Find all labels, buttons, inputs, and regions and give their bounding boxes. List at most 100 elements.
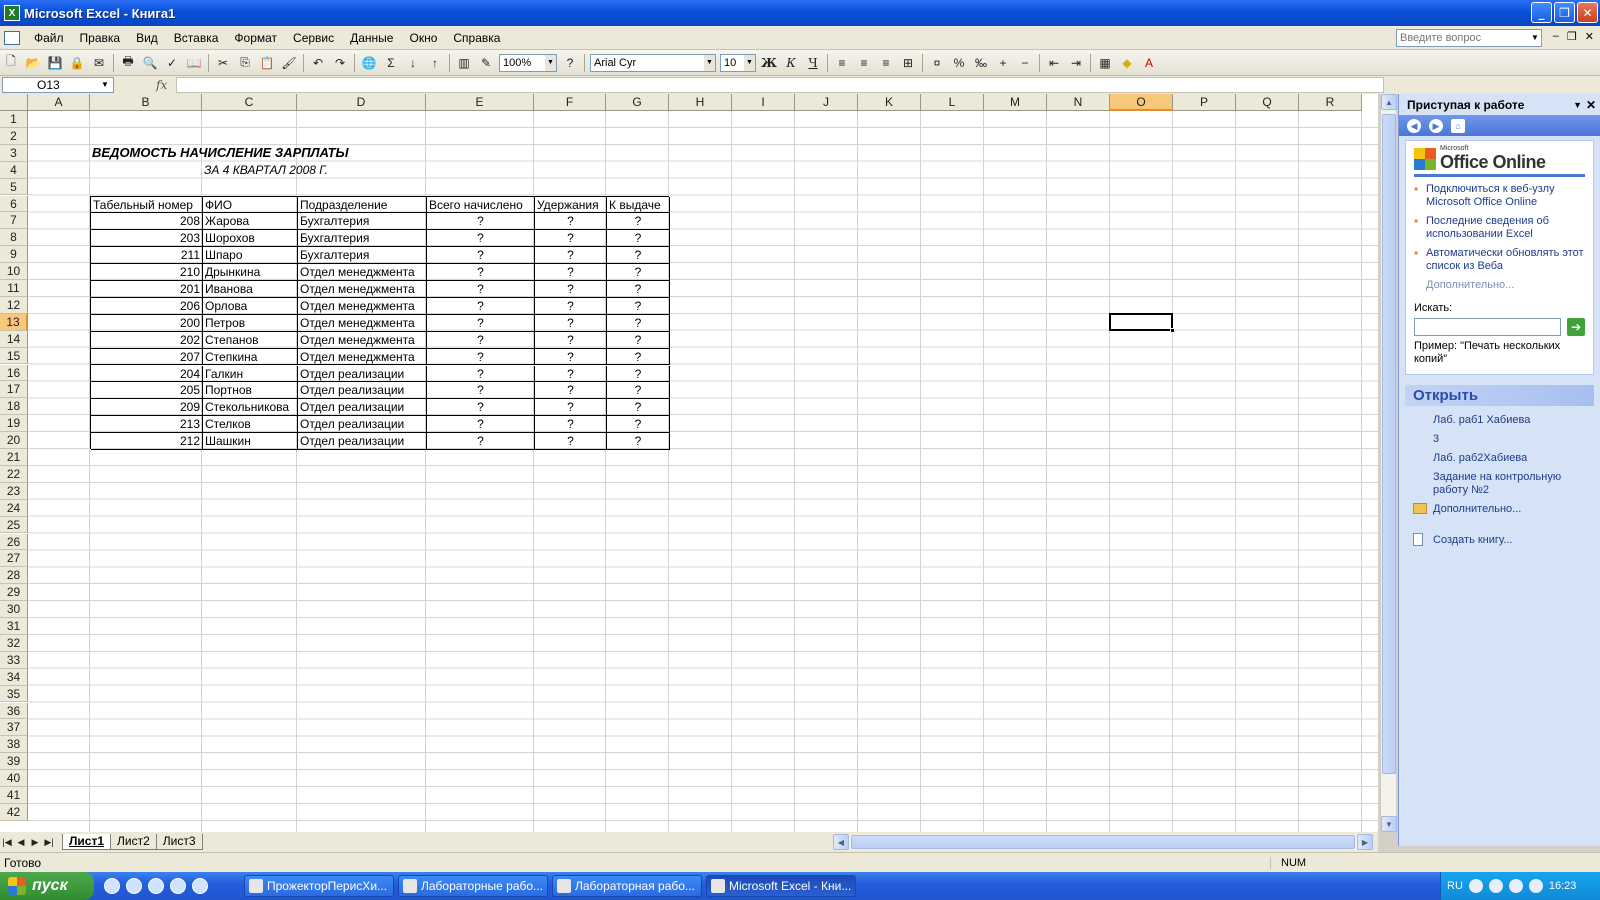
close-button[interactable]: ✕ bbox=[1577, 2, 1598, 23]
horizontal-scrollbar[interactable]: ◀ ▶ bbox=[833, 834, 1373, 850]
table-cell[interactable]: ? bbox=[607, 297, 670, 315]
table-cell[interactable]: ? bbox=[427, 314, 535, 332]
row-header[interactable]: 33 bbox=[0, 651, 28, 669]
cell-area[interactable]: ВЕДОМОСТЬ НАЧИСЛЕНИЕ ЗАРПЛАТЫ ЗА 4 КВАРТА… bbox=[28, 111, 1378, 832]
chevron-down-icon[interactable]: ▼ bbox=[1529, 30, 1541, 46]
table-cell[interactable]: 205 bbox=[91, 382, 203, 400]
email-icon[interactable]: ✉ bbox=[88, 52, 110, 74]
scroll-down-button[interactable]: ▼ bbox=[1381, 816, 1397, 832]
row-header[interactable]: 29 bbox=[0, 584, 28, 602]
row-header[interactable]: 23 bbox=[0, 482, 28, 500]
taskbar-task[interactable]: ПрожекторПерисХи... bbox=[244, 875, 394, 897]
column-header[interactable]: D bbox=[297, 94, 426, 111]
percent-icon[interactable]: % bbox=[948, 52, 970, 74]
spelling-icon[interactable]: ✓ bbox=[161, 52, 183, 74]
align-right-icon[interactable]: ≡ bbox=[875, 52, 897, 74]
autosum-icon[interactable]: Σ bbox=[380, 52, 402, 74]
restore-button[interactable]: ❐ bbox=[1554, 2, 1575, 23]
table-cell[interactable]: 213 bbox=[91, 416, 203, 434]
next-sheet-icon[interactable]: ▶ bbox=[28, 837, 42, 848]
align-center-icon[interactable]: ≡ bbox=[853, 52, 875, 74]
name-box[interactable]: O13 ▼ bbox=[2, 77, 114, 93]
table-cell[interactable]: ? bbox=[607, 281, 670, 298]
last-sheet-icon[interactable]: ▶| bbox=[42, 837, 56, 848]
table-cell[interactable]: ? bbox=[427, 433, 535, 450]
workbook-restore-button[interactable]: ❐ bbox=[1567, 30, 1577, 43]
column-header[interactable]: R bbox=[1299, 94, 1362, 111]
formula-input[interactable] bbox=[176, 77, 1384, 93]
table-cell[interactable]: 204 bbox=[91, 365, 203, 383]
menu-item[interactable]: Вставка bbox=[166, 27, 227, 49]
row-header[interactable]: 32 bbox=[0, 634, 28, 652]
table-cell[interactable]: ? bbox=[607, 314, 670, 332]
task-pane-link[interactable]: Последние сведения об использовании Exce… bbox=[1414, 215, 1585, 241]
column-header[interactable]: K bbox=[858, 94, 921, 111]
row-header[interactable]: 3 bbox=[0, 144, 28, 162]
table-cell[interactable]: Отдел менеджмента bbox=[298, 264, 427, 281]
chevron-down-icon[interactable]: ▼ bbox=[99, 78, 111, 92]
table-cell[interactable]: ? bbox=[535, 348, 607, 366]
table-cell[interactable]: 210 bbox=[91, 264, 203, 281]
row-header[interactable]: 12 bbox=[0, 296, 28, 314]
table-cell[interactable]: ? bbox=[535, 230, 607, 248]
borders-icon[interactable]: ▦ bbox=[1094, 52, 1116, 74]
table-cell[interactable]: ? bbox=[535, 365, 607, 383]
table-cell[interactable]: Отдел реализации bbox=[298, 399, 427, 417]
active-cell[interactable] bbox=[1109, 312, 1175, 333]
row-header[interactable]: 4 bbox=[0, 161, 28, 179]
antivirus-icon[interactable] bbox=[1528, 879, 1543, 893]
workbook-close-button[interactable]: ✕ bbox=[1585, 30, 1594, 43]
task-pane-link[interactable]: Подключиться к веб-узлу Microsoft Office… bbox=[1414, 183, 1585, 209]
start-button[interactable]: пуск bbox=[0, 872, 94, 900]
table-cell[interactable]: 202 bbox=[91, 331, 203, 349]
row-header[interactable]: 15 bbox=[0, 347, 28, 365]
column-header[interactable]: P bbox=[1173, 94, 1236, 111]
table-cell[interactable]: ? bbox=[427, 365, 535, 383]
table-cell[interactable]: Степкина bbox=[203, 348, 298, 366]
table-header-cell[interactable]: ФИО bbox=[203, 196, 298, 214]
table-header-cell[interactable]: Всего начислено bbox=[427, 196, 535, 214]
table-cell[interactable]: Орлова bbox=[203, 297, 298, 315]
back-icon[interactable]: ◀ bbox=[1407, 119, 1421, 133]
menu-item[interactable]: Файл bbox=[26, 27, 72, 49]
table-cell[interactable]: Дрынкина bbox=[203, 264, 298, 281]
search-go-icon[interactable]: ➔ bbox=[1567, 318, 1585, 336]
table-cell[interactable]: Отдел реализации bbox=[298, 433, 427, 450]
row-header[interactable]: 18 bbox=[0, 398, 28, 416]
table-cell[interactable]: ? bbox=[427, 264, 535, 281]
table-cell[interactable]: ? bbox=[607, 399, 670, 417]
firefox-icon[interactable] bbox=[148, 878, 164, 894]
table-cell[interactable]: ? bbox=[427, 230, 535, 248]
font-color-icon[interactable]: A bbox=[1138, 52, 1160, 74]
fx-icon[interactable]: fx bbox=[156, 78, 176, 92]
help-icon[interactable]: ? bbox=[559, 52, 581, 74]
row-header[interactable]: 10 bbox=[0, 263, 28, 280]
bold-button[interactable]: Ж bbox=[758, 52, 780, 74]
table-cell[interactable]: Бухгалтерия bbox=[298, 213, 427, 231]
sheet-title[interactable]: ВЕДОМОСТЬ НАЧИСЛЕНИЕ ЗАРПЛАТЫ bbox=[90, 145, 351, 161]
row-header[interactable]: 6 bbox=[0, 195, 28, 213]
tray-arrow-icon[interactable] bbox=[1468, 879, 1483, 893]
column-header[interactable]: B bbox=[90, 94, 202, 111]
table-cell[interactable]: Шорохов bbox=[203, 230, 298, 248]
task-pane-link[interactable]: Автоматически обновлять этот список из В… bbox=[1414, 247, 1585, 273]
column-header[interactable]: M bbox=[984, 94, 1047, 111]
table-cell[interactable]: 200 bbox=[91, 314, 203, 332]
close-icon[interactable]: ✕ bbox=[1586, 98, 1596, 112]
forward-icon[interactable]: ▶ bbox=[1429, 119, 1443, 133]
row-header[interactable]: 17 bbox=[0, 381, 28, 399]
table-cell[interactable]: Отдел реализации bbox=[298, 365, 427, 383]
chevron-down-icon[interactable]: ▼ bbox=[545, 54, 556, 71]
sort-descending-icon[interactable]: ↑ bbox=[424, 52, 446, 74]
select-all-corner[interactable] bbox=[0, 94, 28, 111]
sheet-tab[interactable]: Лист1 bbox=[62, 834, 112, 850]
desktop-icon[interactable] bbox=[126, 878, 142, 894]
fill-color-icon[interactable]: ◆ bbox=[1116, 52, 1138, 74]
ask-question-box[interactable]: Введите вопрос ▼ bbox=[1396, 29, 1542, 47]
column-header[interactable]: F bbox=[534, 94, 606, 111]
recent-file-link[interactable]: Задание на контрольную работу №2 bbox=[1433, 471, 1586, 497]
table-cell[interactable]: ? bbox=[535, 331, 607, 349]
row-header[interactable]: 24 bbox=[0, 499, 28, 517]
table-cell[interactable]: ? bbox=[427, 281, 535, 298]
sheet-tab[interactable]: Лист3 bbox=[155, 834, 203, 850]
